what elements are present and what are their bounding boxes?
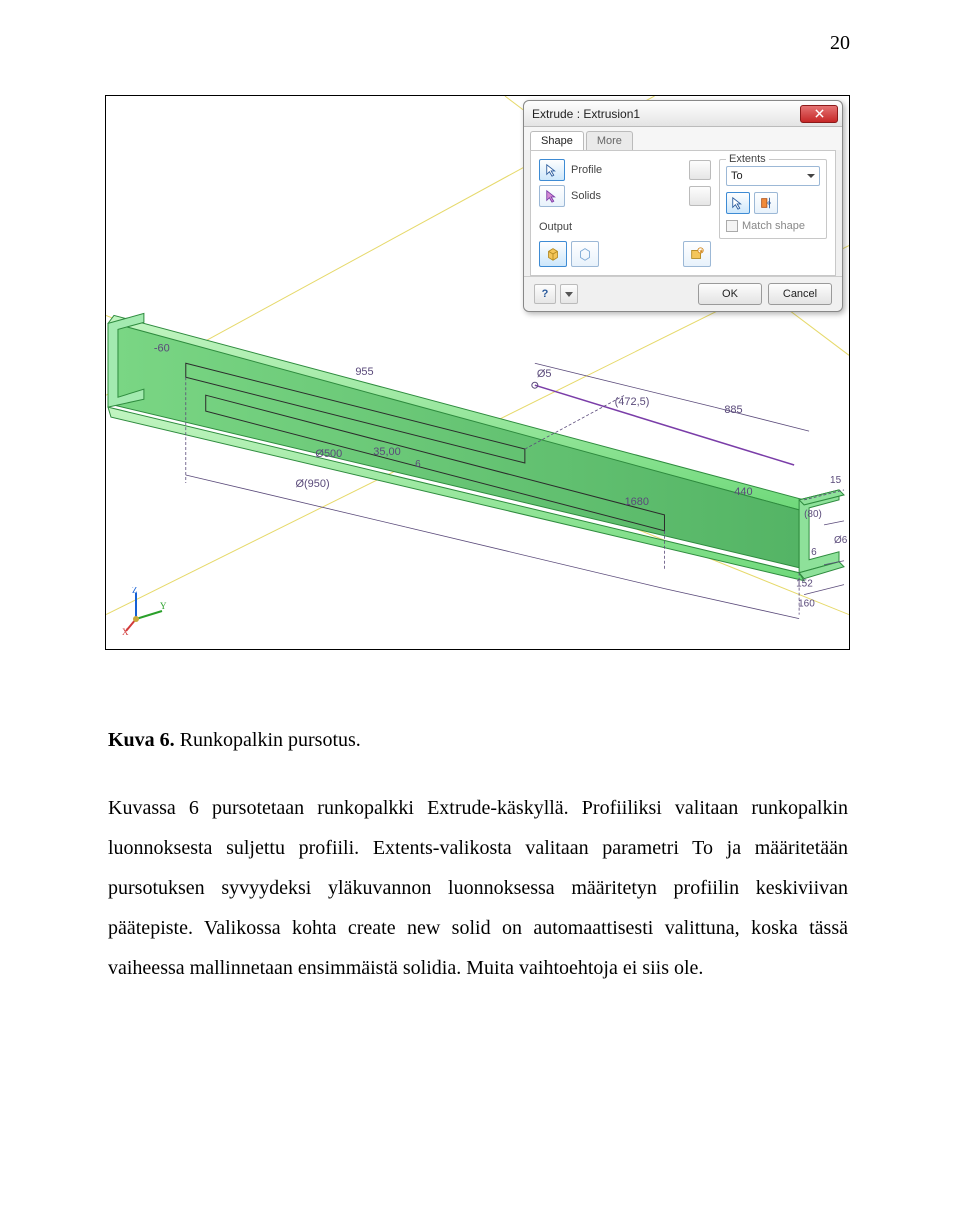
extents-dropdown[interactable]: To <box>726 166 820 186</box>
figure-frame: -60 955 Ø5 (472,5) 885 Ø500 35,00 6 Ø(95… <box>105 95 850 650</box>
svg-text:Y: Y <box>160 601 167 611</box>
dialog-footer: ? OK Cancel <box>524 276 842 311</box>
dialog-tabs: Shape More <box>524 127 842 150</box>
dim-152: 152 <box>796 579 813 590</box>
ok-button[interactable]: OK <box>698 283 762 305</box>
to-select-button[interactable] <box>726 192 750 214</box>
chevron-down-icon <box>807 174 815 178</box>
dialog-title: Extrude : Extrusion1 <box>532 107 640 121</box>
dim-160: 160 <box>798 599 815 610</box>
dim-35: 35,00 <box>373 446 400 458</box>
cursor-icon <box>731 196 745 210</box>
cube-surface-icon <box>577 246 593 262</box>
new-solid-icon: ★ <box>689 246 705 262</box>
output-surface-button[interactable] <box>571 241 599 267</box>
page-number: 20 <box>830 32 850 55</box>
solids-label: Solids <box>571 190 601 202</box>
dim-15: 15 <box>830 475 842 486</box>
tab-more[interactable]: More <box>586 131 633 150</box>
match-shape-label: Match shape <box>742 220 805 232</box>
dim-d5: Ø5 <box>537 368 552 380</box>
dim-4725: (472,5) <box>615 396 650 408</box>
dialog-titlebar[interactable]: Extrude : Extrusion1 <box>524 101 842 127</box>
extents-value: To <box>731 170 743 182</box>
dim-d6b: Ø6 <box>834 535 848 546</box>
output-solid-button[interactable] <box>539 241 567 267</box>
dialog-body: Profile Solids Output <box>530 150 836 276</box>
svg-text:X: X <box>122 627 129 635</box>
dim-885: 885 <box>724 404 742 416</box>
solids-select-button[interactable] <box>539 185 565 207</box>
cube-solid-icon <box>545 246 561 262</box>
paragraph: Kuvassa 6 pursotetaan runkopalkki Extrud… <box>108 788 848 988</box>
svg-text:Z: Z <box>132 587 138 595</box>
help-button[interactable]: ? <box>534 284 556 304</box>
extents-legend: Extents <box>726 153 769 165</box>
dim-440: 440 <box>734 486 752 498</box>
profile-select-button[interactable] <box>539 159 565 181</box>
cursor-icon <box>545 163 559 177</box>
options-toggle[interactable] <box>560 284 578 304</box>
match-shape-checkbox[interactable] <box>726 220 738 232</box>
profile-label: Profile <box>571 164 602 176</box>
close-button[interactable] <box>800 105 838 123</box>
caption-rest: Runkopalkin pursotus. <box>175 729 361 751</box>
dim-955: 955 <box>355 366 373 378</box>
figure-caption: Kuva 6. Runkopalkin pursotus. <box>108 720 848 760</box>
extrude-dialog: Extrude : Extrusion1 Shape More Profile <box>523 100 843 312</box>
dim-6a: 6 <box>415 459 421 470</box>
body-text: Kuva 6. Runkopalkin pursotus. Kuvassa 6 … <box>108 720 848 988</box>
cad-viewport: -60 955 Ø5 (472,5) 885 Ø500 35,00 6 Ø(95… <box>106 96 849 649</box>
cancel-button[interactable]: Cancel <box>768 283 832 305</box>
extents-fieldset: Extents To <box>719 159 827 239</box>
output-label: Output <box>539 221 711 233</box>
operation-button[interactable]: ★ <box>683 241 711 267</box>
svg-text:★: ★ <box>699 249 704 255</box>
tab-shape[interactable]: Shape <box>530 131 584 150</box>
cursor-solid-icon <box>545 189 559 203</box>
terminate-icon <box>759 196 773 210</box>
dim-80: (80) <box>804 509 822 520</box>
dim-6c: 6 <box>811 547 817 558</box>
profile-aux-button[interactable] <box>689 160 711 180</box>
caption-bold: Kuva 6. <box>108 729 175 751</box>
orientation-triad: Z Y X <box>120 587 168 635</box>
to-terminate-button[interactable] <box>754 192 778 214</box>
solids-aux-button[interactable] <box>689 186 711 206</box>
dim-1680: 1680 <box>625 496 649 508</box>
dim-neg60: -60 <box>154 342 170 354</box>
dim-950: Ø(950) <box>295 478 329 490</box>
close-icon <box>815 109 824 118</box>
dim-500: Ø500 <box>315 448 342 460</box>
